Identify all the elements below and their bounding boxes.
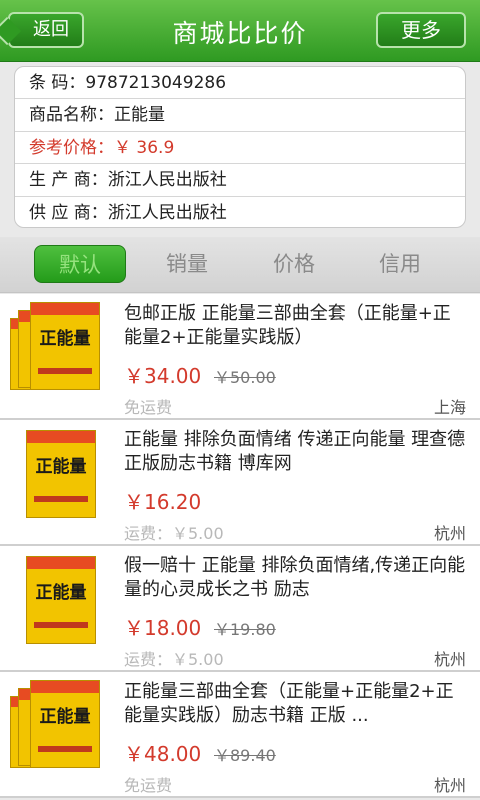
reference-price-row: 参考价格：￥ 36.9 <box>15 132 465 165</box>
product-image: 正能量 <box>8 552 102 644</box>
product-original-price: ￥50.00 <box>214 368 276 387</box>
product-image: 正能量 <box>8 678 102 770</box>
product-price: ￥34.00 <box>124 364 202 388</box>
manufacturer-row: 生 产 商：浙江人民出版社 <box>15 164 465 197</box>
product-original-price: ￥19.80 <box>214 620 276 639</box>
tab-credit[interactable]: 信用 <box>354 245 446 283</box>
product-city: 杭州 <box>433 524 466 543</box>
product-name-row: 商品名称：正能量 <box>15 99 465 132</box>
cover-text: 正能量 <box>39 706 91 727</box>
product-shipping: 运费：￥5.00 <box>124 650 224 669</box>
tab-default[interactable]: 默认 <box>34 245 126 283</box>
product-shipping: 免运费 <box>124 776 173 795</box>
product-city: 杭州 <box>433 776 466 795</box>
product-image: 正能量 <box>8 300 102 392</box>
barcode-row: 条 码：9787213049286 <box>15 67 465 100</box>
product-title: 假一赔十 正能量 排除负面情绪,传递正向能量的心灵成长之书 励志 <box>124 555 466 600</box>
product-price: ￥48.00 <box>124 742 202 766</box>
list-item[interactable]: 正能量 正能量 排除负面情绪 传递正向能量 理查德 正版励志书籍 博库网 ￥16… <box>0 420 480 546</box>
product-title: 正能量三部曲全套（正能量+正能量2+正能量实践版）励志书籍 正版 ... <box>124 681 454 726</box>
cover-text: 正能量 <box>35 582 87 603</box>
list-item[interactable]: 正能量 包邮正版 正能量三部曲全套（正能量+正能量2+正能量实践版） ￥34.0… <box>0 294 480 420</box>
tab-price[interactable]: 价格 <box>248 245 340 283</box>
tab-sales[interactable]: 销量 <box>141 245 233 283</box>
product-title: 包邮正版 正能量三部曲全套（正能量+正能量2+正能量实践版） <box>124 303 451 348</box>
product-title: 正能量 排除负面情绪 传递正向能量 理查德 正版励志书籍 博库网 <box>124 429 466 474</box>
product-price: ￥18.00 <box>124 616 202 640</box>
product-original-price: ￥89.40 <box>214 746 276 765</box>
product-info-card: 条 码：9787213049286 商品名称：正能量 参考价格：￥ 36.9 生… <box>14 66 466 228</box>
list-item[interactable]: 正能量 假一赔十 正能量 排除负面情绪,传递正向能量的心灵成长之书 励志 ￥18… <box>0 546 480 672</box>
supplier-row: 供 应 商：浙江人民出版社 <box>29 202 227 223</box>
product-shipping: 免运费 <box>124 398 173 417</box>
sort-bar: 默认 销量 价格 信用 <box>0 237 480 293</box>
more-button[interactable]: 更多 <box>376 12 466 48</box>
list-item[interactable]: 正能量 正能量三部曲全套（正能量+正能量2+正能量实践版）励志书籍 正版 ...… <box>0 672 480 798</box>
cover-text: 正能量 <box>39 328 91 349</box>
product-price: ￥16.20 <box>124 490 202 514</box>
product-list: 正能量 包邮正版 正能量三部曲全套（正能量+正能量2+正能量实践版） ￥34.0… <box>0 294 480 798</box>
cover-text: 正能量 <box>35 456 87 477</box>
product-image: 正能量 <box>8 426 102 518</box>
product-shipping: 运费：￥5.00 <box>124 524 224 543</box>
product-city: 上海 <box>433 398 466 417</box>
header-bar: 返回 商城比比价 更多 <box>0 0 480 62</box>
product-city: 杭州 <box>433 650 466 669</box>
